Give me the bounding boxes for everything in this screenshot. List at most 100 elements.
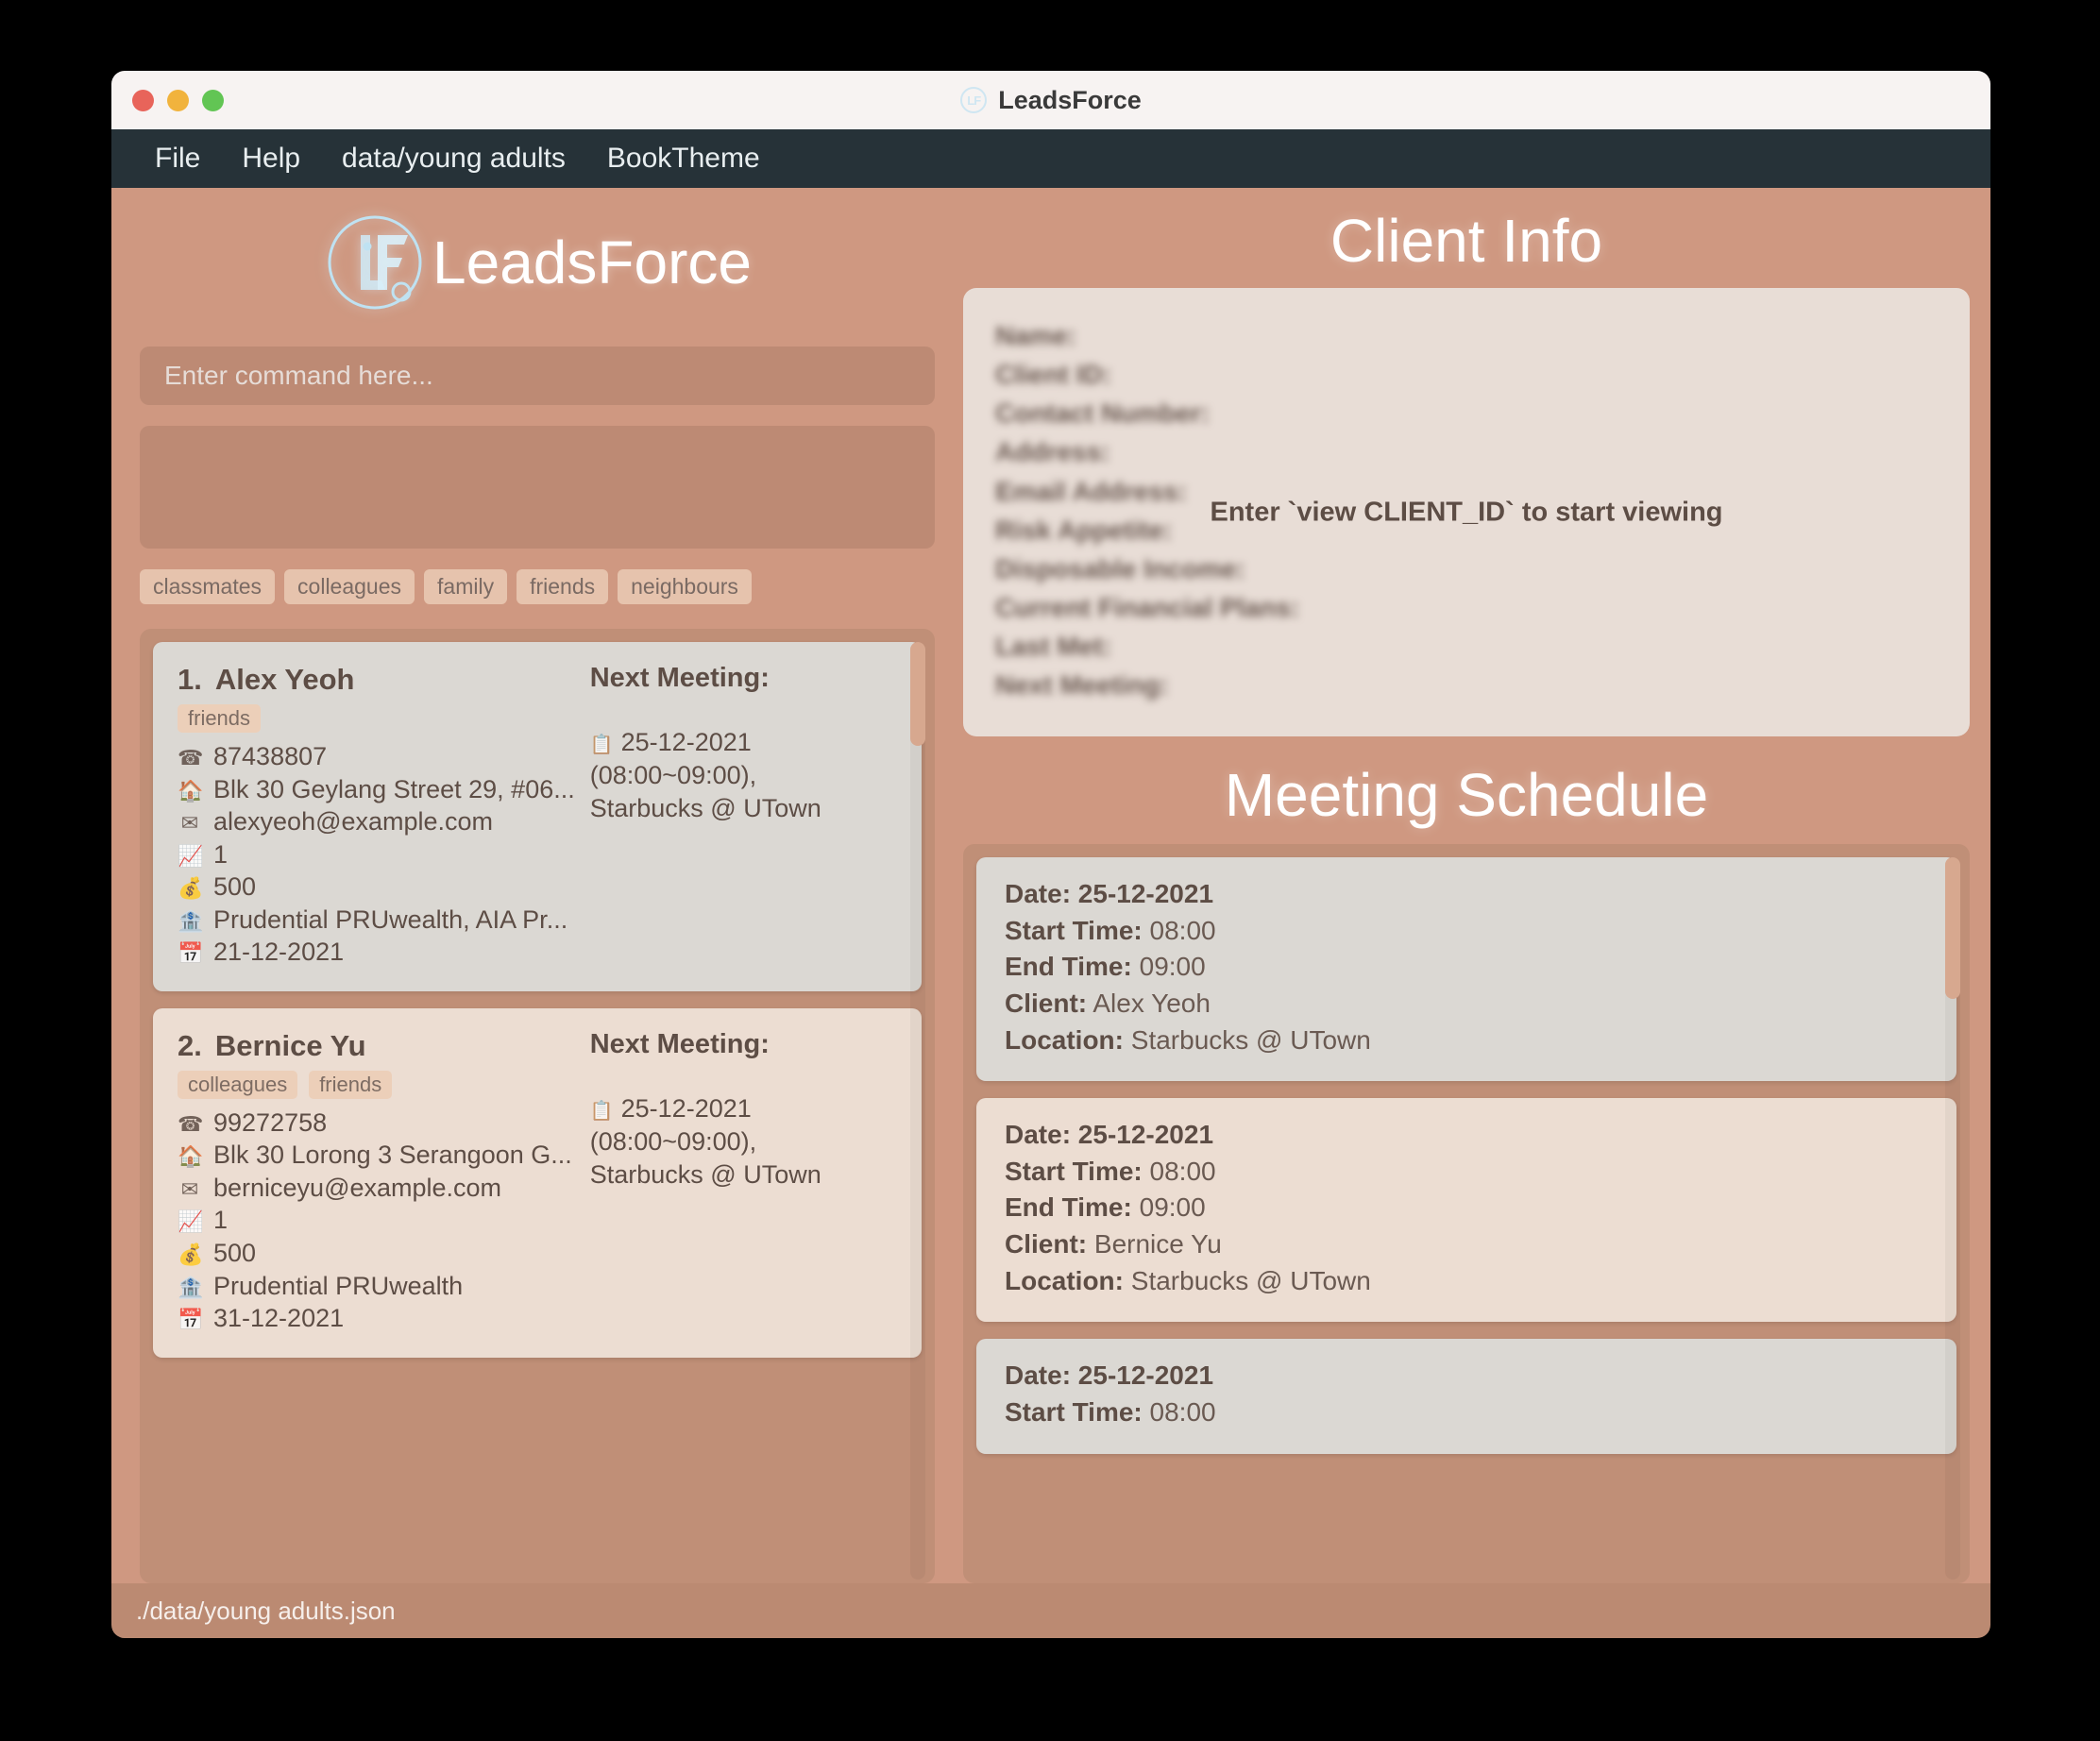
client-list-scroll-thumb[interactable] [910, 642, 925, 746]
home-icon: 🏠 [178, 778, 204, 803]
meeting-start-value: 08:00 [1149, 1396, 1216, 1427]
client-email: alexyeoh@example.com [213, 807, 494, 837]
menu-data-young-adults[interactable]: data/young adults [321, 137, 586, 180]
meeting-list-scrollbar[interactable] [1945, 857, 1960, 1580]
client-plans-row: 🏦 Prudential PRUwealth [178, 1270, 581, 1303]
next-meeting-datetime: 25-12-2021 (08:00~09:00), [589, 1093, 757, 1156]
next-meeting-datetime: 25-12-2021 (08:00~09:00), [589, 728, 757, 790]
risk-chart-icon: 📈 [178, 1209, 204, 1234]
meeting-start-value: 08:00 [1149, 1156, 1216, 1186]
meeting-start-label: Start Time: [1005, 915, 1143, 945]
meeting-location-label: Location: [1005, 1024, 1124, 1055]
meeting-client-value: Alex Yeoh [1092, 988, 1211, 1018]
client-risk-appetite: 1 [213, 1206, 229, 1235]
client-index: 2. [178, 1028, 202, 1062]
phone-icon: ☎ [178, 1111, 204, 1136]
meeting-client-value: Bernice Yu [1093, 1229, 1222, 1259]
client-card-details: 1. Alex Yeoh friends ☎ 87438807 🏠 Blk 30 … [178, 663, 581, 969]
client-financial-plans: Prudential PRUwealth [213, 1271, 464, 1300]
menu-file[interactable]: File [134, 137, 221, 180]
meeting-end-value: 09:00 [1139, 1192, 1206, 1223]
label-next-meeting: Next Meeting: [995, 670, 1169, 701]
client-email-row: ✉ alexyeoh@example.com [178, 805, 581, 838]
next-meeting-body: 📋 25-12-2021 (08:00~09:00), Starbucks @ U… [590, 1092, 897, 1192]
client-card[interactable]: 2. Bernice Yu colleagues friends ☎ 992727… [153, 1007, 922, 1358]
menu-booktheme[interactable]: BookTheme [586, 137, 781, 180]
meeting-list-scroll-thumb[interactable] [1945, 857, 1960, 999]
client-address: Blk 30 Lorong 3 Serangoon G... [213, 1141, 572, 1170]
label-contact-number: Contact Number: [995, 398, 1211, 429]
titlebar: LF LeadsForce [111, 71, 1990, 129]
leadsforce-mark-icon [323, 211, 427, 314]
client-risk-row: 📈 1 [178, 1204, 581, 1237]
menu-help[interactable]: Help [221, 137, 321, 180]
meeting-start-label: Start Time: [1005, 1156, 1143, 1186]
next-meeting-heading: Next Meeting: [589, 1028, 770, 1059]
client-name: Alex Yeoh [214, 663, 355, 696]
money-bag-icon: 💰 [178, 1242, 204, 1267]
client-list-scrollbar[interactable] [910, 642, 925, 1580]
meeting-date-row: Date: 25-12-2021 [1005, 1358, 1928, 1394]
client-lastmet-row: 📅 31-12-2021 [178, 1302, 581, 1335]
tag-chip-friends[interactable]: friends [517, 569, 609, 604]
close-window-button[interactable] [132, 89, 154, 111]
client-card-details: 2. Bernice Yu colleagues friends ☎ 992727… [178, 1029, 581, 1335]
meeting-date-label: Date: [1005, 879, 1072, 908]
command-input[interactable] [140, 347, 935, 405]
meeting-date-value: 25-12-2021 [1077, 1361, 1214, 1391]
client-phone: 99272758 [213, 1107, 328, 1137]
meeting-end-label: End Time: [1005, 952, 1132, 982]
meeting-schedule-panel[interactable]: Date: 25-12-2021 Start Time: 08:00 End T… [963, 844, 1970, 1583]
client-phone: 87438807 [213, 742, 328, 770]
meeting-location-value: Starbucks @ UTown [1130, 1265, 1371, 1295]
app-window: LF LeadsForce File Help data/young adult… [111, 71, 1990, 1638]
meeting-card[interactable]: Date: 25-12-2021 Start Time: 08:00 End T… [976, 857, 1956, 1082]
client-next-meeting: Next Meeting: 📋 25-12-2021 (08:00~09:00),… [581, 1029, 897, 1335]
app-body: LeadsForce classmates colleagues family … [111, 188, 1990, 1583]
meeting-date-row: Date: 25-12-2021 [1005, 1117, 1928, 1154]
client-financial-plans: Prudential PRUwealth, AIA Pr... [213, 904, 568, 934]
meeting-location-row: Location: Starbucks @ UTown [1005, 1263, 1928, 1300]
meeting-date-value: 25-12-2021 [1077, 879, 1214, 908]
meeting-location-value: Starbucks @ UTown [1130, 1024, 1371, 1055]
window-title: LeadsForce [998, 85, 1142, 114]
meeting-schedule-title: Meeting Schedule [1224, 761, 1709, 829]
brand-header: LeadsForce [111, 192, 963, 333]
tag-chip-neighbours[interactable]: neighbours [618, 569, 752, 604]
meeting-location-label: Location: [1005, 1265, 1124, 1295]
client-risk-row: 📈 1 [178, 838, 581, 871]
client-disposable-income: 500 [213, 872, 257, 902]
client-tag[interactable]: friends [178, 704, 262, 733]
tag-filter-row: classmates colleagues family friends nei… [140, 569, 963, 604]
meeting-date-label: Date: [1005, 1361, 1072, 1391]
tag-chip-classmates[interactable]: classmates [140, 569, 276, 604]
meeting-client-row: Client: Bernice Yu [1005, 1226, 1928, 1263]
minimize-window-button[interactable] [167, 89, 189, 111]
client-tag[interactable]: colleagues [178, 1070, 298, 1099]
client-card[interactable]: 1. Alex Yeoh friends ☎ 87438807 🏠 Blk 30 … [153, 642, 922, 991]
maximize-window-button[interactable] [202, 89, 224, 111]
status-file-path: ./data/young adults.json [136, 1596, 396, 1625]
bank-icon: 🏦 [178, 1275, 204, 1299]
client-index: 1. [178, 663, 202, 696]
tag-chip-colleagues[interactable]: colleagues [284, 569, 415, 604]
client-list-panel[interactable]: 1. Alex Yeoh friends ☎ 87438807 🏠 Blk 30 … [140, 629, 935, 1583]
home-icon: 🏠 [178, 1144, 204, 1169]
client-info-title: Client Info [1329, 207, 1603, 275]
client-tag[interactable]: friends [309, 1070, 393, 1099]
meeting-card[interactable]: Date: 25-12-2021 Start Time: 08:00 End T… [976, 1098, 1956, 1323]
client-email: berniceyu@example.com [213, 1173, 502, 1202]
client-tags: friends [178, 704, 581, 733]
client-address: Blk 30 Geylang Street 29, #06... [213, 774, 575, 803]
meeting-card[interactable]: Date: 25-12-2021 Start Time: 08:00 [976, 1339, 1956, 1454]
next-meeting-location: Starbucks @ UTown [589, 1160, 821, 1190]
client-phone-row: ☎ 99272758 [178, 1107, 581, 1140]
client-last-met: 21-12-2021 [213, 938, 345, 967]
tag-chip-family[interactable]: family [424, 569, 508, 604]
calendar-icon: 📅 [178, 941, 204, 966]
meeting-date-value: 25-12-2021 [1077, 1120, 1214, 1150]
meeting-icon: 📋 [589, 735, 614, 755]
label-current-financial-plans: Current Financial Plans: [995, 593, 1300, 623]
meeting-end-row: End Time: 09:00 [1005, 1190, 1928, 1226]
leadsforce-logo-icon: LF [960, 87, 988, 113]
